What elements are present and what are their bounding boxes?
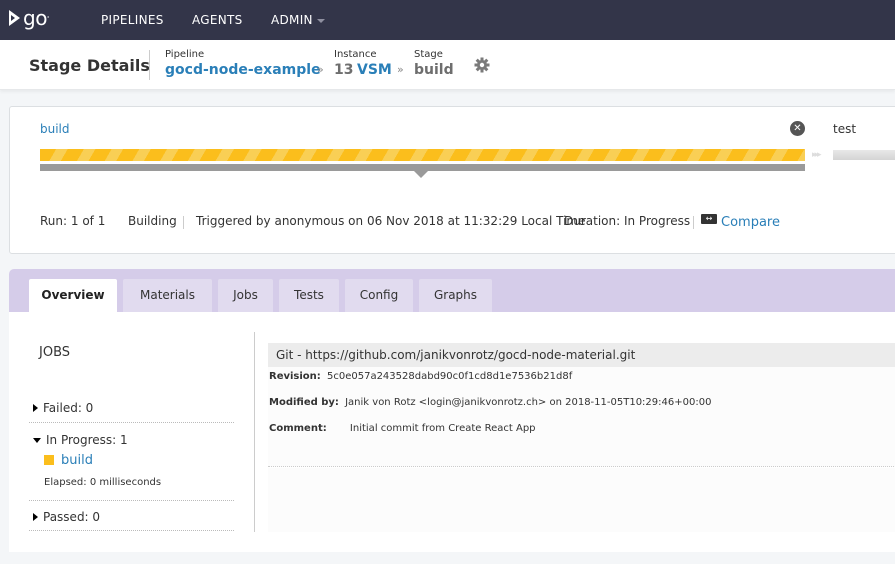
material-modified: Modified by: Janik von Rotz <login@janik… <box>269 397 711 408</box>
nav-admin-label: ADMIN <box>271 13 313 27</box>
job-status-building-icon <box>44 455 54 465</box>
go-logo[interactable]: go ° <box>9 8 49 28</box>
pipeline-link[interactable]: gocd-node-example <box>165 62 321 78</box>
jobs-passed-label: Passed: 0 <box>43 510 101 524</box>
run-status: Building <box>128 214 177 228</box>
stage-panel: build ✕ test ▸▸▸ Run: 1 of 1 Building Tr… <box>9 106 895 254</box>
logo-text: go <box>23 6 47 30</box>
stage-build-link[interactable]: build <box>40 122 70 136</box>
tab-jobs[interactable]: Jobs <box>218 279 273 312</box>
divider <box>268 466 895 467</box>
nav-agents[interactable]: AGENTS <box>192 13 243 27</box>
modified-label: Modified by: <box>269 397 339 408</box>
tab-graphs[interactable]: Graphs <box>419 279 492 312</box>
gear-icon[interactable] <box>474 57 490 73</box>
column-divider <box>254 332 255 532</box>
caret-right-icon <box>33 513 38 521</box>
breadcrumb-separator: » <box>317 63 324 76</box>
pipeline-label: Pipeline <box>165 49 205 60</box>
stage-value: build <box>414 62 454 78</box>
chevron-down-icon <box>316 18 325 23</box>
caret-right-icon <box>33 404 38 412</box>
divider <box>29 500 234 501</box>
vsm-link[interactable]: VSM <box>357 62 392 78</box>
stage-label: Stage <box>414 49 443 60</box>
jobs-in-progress-toggle[interactable]: In Progress: 1 <box>33 433 128 447</box>
run-count: Run: 1 of 1 <box>40 214 106 228</box>
job-build-link[interactable]: build <box>61 453 93 468</box>
jobs-in-progress-label: In Progress: 1 <box>46 433 128 447</box>
duration: Duration: In Progress <box>564 214 691 228</box>
instance-number: 13 <box>334 62 354 78</box>
stage-test-label[interactable]: test <box>833 122 856 136</box>
divider <box>29 530 234 531</box>
page-header: Stage Details Pipeline gocd-node-example… <box>0 40 895 90</box>
revision-value: 5c0e057a243528dabd90c0f1cd8d1e7536b21d8f <box>326 371 573 382</box>
top-nav: go ° PIPELINES AGENTS ADMIN <box>0 0 895 40</box>
stage-build-progress[interactable] <box>40 149 805 161</box>
stage-test-progress[interactable] <box>833 150 895 160</box>
stage-arrows-icon: ▸▸▸ <box>812 150 821 160</box>
comment-value: Initial commit from Create React App <box>349 423 536 434</box>
cancel-stage-icon[interactable]: ✕ <box>790 121 805 136</box>
material-revision: Revision: 5c0e057a243528dabd90c0f1cd8d1e… <box>269 371 572 382</box>
jobs-passed-toggle[interactable]: Passed: 0 <box>33 510 100 524</box>
divider <box>693 216 694 229</box>
jobs-failed-toggle[interactable]: Failed: 0 <box>33 401 93 415</box>
overview-content: JOBS Failed: 0 In Progress: 1 build Elap… <box>9 312 895 552</box>
divider <box>29 422 234 423</box>
divider <box>149 50 150 80</box>
jobs-failed-label: Failed: 0 <box>43 401 94 415</box>
tab-bar: Overview Materials Jobs Tests Config Gra… <box>9 269 895 312</box>
material-header: Git - https://github.com/janikvonrotz/go… <box>268 343 895 367</box>
material-comment: Comment: Initial commit from Create Reac… <box>269 423 536 434</box>
tab-materials[interactable]: Materials <box>123 279 212 312</box>
tab-config[interactable]: Config <box>345 279 413 312</box>
nav-pipelines[interactable]: PIPELINES <box>101 13 164 27</box>
breadcrumb-separator: » <box>397 63 404 76</box>
divider <box>183 216 184 229</box>
material-details-empty <box>268 468 895 532</box>
go-logo-icon <box>9 10 20 26</box>
caret-down-icon <box>33 438 41 443</box>
tab-tests[interactable]: Tests <box>279 279 339 312</box>
job-elapsed: Elapsed: 0 milliseconds <box>44 477 162 488</box>
triggered-by: Triggered by anonymous on 06 Nov 2018 at… <box>196 214 586 228</box>
comment-label: Comment: <box>269 423 327 434</box>
jobs-title: JOBS <box>39 345 71 360</box>
tab-overview[interactable]: Overview <box>29 279 117 312</box>
compare-icon[interactable]: ↔ <box>701 214 717 224</box>
revision-label: Revision: <box>269 371 321 382</box>
selected-run-pointer <box>414 171 428 178</box>
material-details <box>268 367 895 467</box>
nav-admin[interactable]: ADMIN <box>271 13 325 27</box>
stage-run-track <box>40 164 805 171</box>
instance-label: Instance <box>334 49 377 60</box>
modified-value: Janik von Rotz <login@janikvonrotz.ch> o… <box>345 397 712 408</box>
compare-link[interactable]: Compare <box>721 215 780 230</box>
page-title: Stage Details <box>29 56 150 75</box>
